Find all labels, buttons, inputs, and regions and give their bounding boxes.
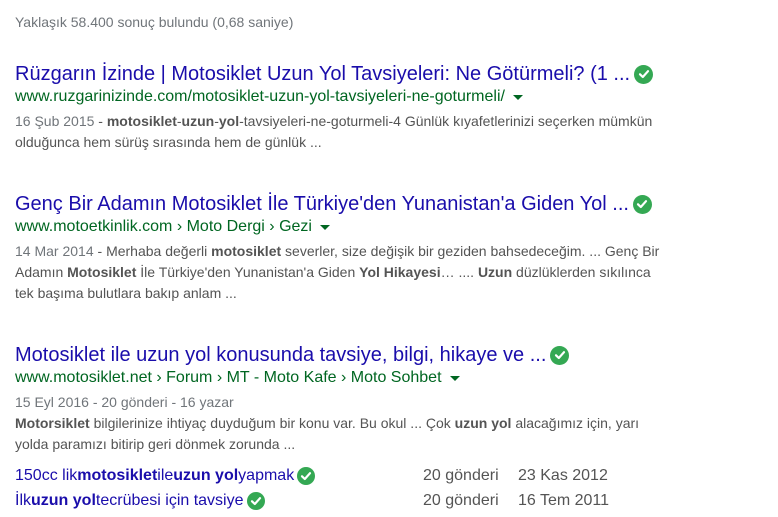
result-stats: Yaklaşık 58.400 sonuç bulundu (0,68 sani… xyxy=(15,14,294,30)
post-count: 20 gönderi xyxy=(423,492,499,509)
sitelink[interactable]: 150cc lik motosiklet ile uzun yol yapmak xyxy=(15,467,316,485)
result-snippet: 16 Şub 2015 - motosiklet-uzun-yol-tavsiy… xyxy=(15,113,653,150)
caret-down-icon[interactable] xyxy=(319,224,330,230)
check-circle-icon xyxy=(297,467,316,485)
result-title-link[interactable]: Genç Bir Adamın Motosiklet İle Türkiye'd… xyxy=(15,192,629,216)
post-count: 20 gönderi xyxy=(423,467,499,484)
caret-down-icon[interactable] xyxy=(449,375,460,381)
search-result: Motosiklet ile uzun yol konusunda tavsiy… xyxy=(15,343,770,455)
check-circle-icon xyxy=(550,345,570,365)
search-result: Genç Bir Adamın Motosiklet İle Türkiye'd… xyxy=(15,192,770,304)
result-title-link[interactable]: Motosiklet ile uzun yol konusunda tavsiy… xyxy=(15,343,546,367)
check-circle-icon xyxy=(246,492,265,510)
forum-sitelinks: 150cc lik motosiklet ile uzun yol yapmak… xyxy=(15,467,775,517)
sitelink-row: 150cc lik motosiklet ile uzun yol yapmak… xyxy=(15,467,775,492)
result-title-link[interactable]: Rüzgarın İzinde | Motosiklet Uzun Yol Ta… xyxy=(15,62,630,86)
result-url: www.motoetkinlik.com › Moto Dergi › Gezi xyxy=(15,218,312,235)
sitelink-row: İlk uzun yol tecrübesi için tavsiye 20 g… xyxy=(15,492,775,517)
check-circle-icon xyxy=(632,194,652,214)
result-url: www.ruzgarinizinde.com/motosiklet-uzun-y… xyxy=(15,88,505,105)
sitelink[interactable]: İlk uzun yol tecrübesi için tavsiye xyxy=(15,492,265,510)
check-circle-icon xyxy=(634,64,654,84)
caret-down-icon[interactable] xyxy=(512,94,523,100)
post-date: 23 Kas 2012 xyxy=(518,467,608,484)
result-snippet: 14 Mar 2014 - Merhaba değerli motosiklet… xyxy=(15,243,660,301)
post-date: 16 Tem 2011 xyxy=(518,492,610,509)
result-url: www.motosiklet.net › Forum › MT - Moto K… xyxy=(15,369,442,386)
result-snippet: 15 Eyl 2016 - 20 gönderi - 16 yazar Moto… xyxy=(15,394,640,452)
search-result: Rüzgarın İzinde | Motosiklet Uzun Yol Ta… xyxy=(15,62,770,153)
